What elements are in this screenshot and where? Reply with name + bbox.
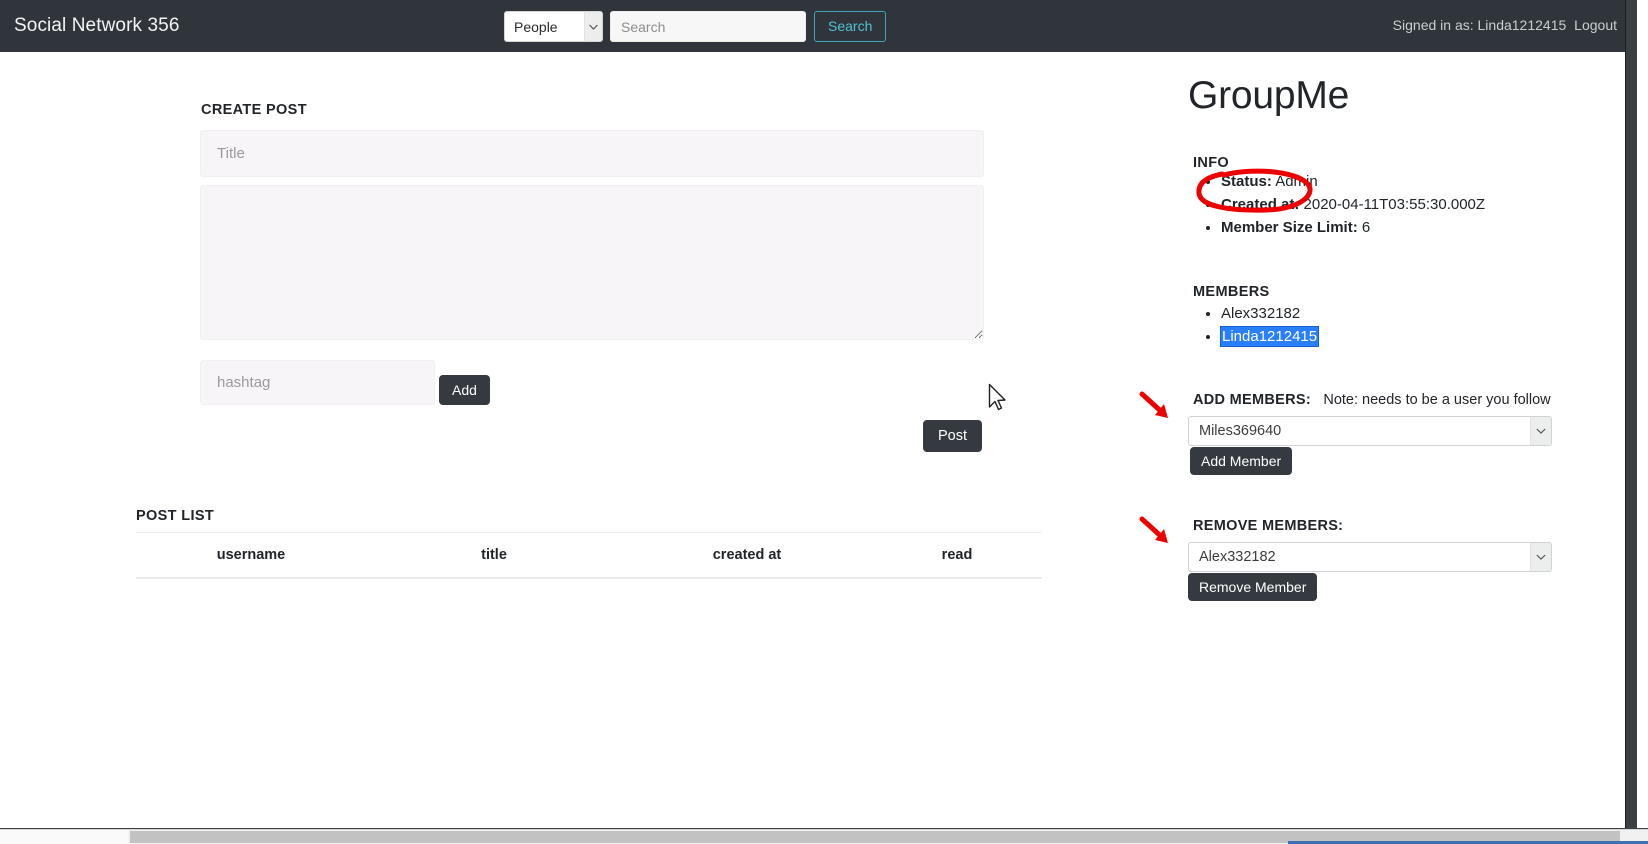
post-list-header-row: username title created at read: [136, 532, 1042, 579]
group-info-value-created-at: 2020-04-11T03:55:30.000Z: [1303, 195, 1486, 213]
group-info-item-created-at: Created at: 2020-04-11T03:55:30.000Z: [1221, 193, 1485, 216]
top-navbar: Social Network 356 People Search Signed …: [0, 0, 1637, 52]
remove-member-button[interactable]: Remove Member: [1188, 573, 1318, 601]
member-list-item[interactable]: Linda1212415: [1219, 325, 1320, 348]
hashtag-input[interactable]: [200, 360, 435, 405]
column-header-read[interactable]: read: [872, 532, 1042, 579]
post-title-input[interactable]: [200, 130, 984, 177]
post-button[interactable]: Post: [923, 420, 983, 452]
window-right-edge: [1625, 0, 1637, 830]
group-info-item-member-size-limit: Member Size Limit: 6: [1221, 216, 1485, 239]
annotation-arrow-add-members: [1139, 391, 1168, 418]
remove-members-select-wrap: Alex332182: [1188, 542, 1552, 572]
column-header-created-at[interactable]: created at: [622, 532, 872, 579]
group-info-item-status: Status: Admin: [1221, 170, 1485, 193]
post-body-textarea[interactable]: [200, 185, 984, 340]
group-info-label-status: Status:: [1221, 172, 1272, 190]
column-header-username[interactable]: username: [136, 532, 366, 579]
mouse-cursor-icon: [988, 383, 1006, 411]
annotation-arrow-remove-members: [1139, 516, 1168, 543]
scrollbar-left-stub: [0, 830, 128, 844]
add-members-label: ADD MEMBERS: Note: needs to be a user yo…: [1193, 392, 1551, 408]
group-info-label-created-at: Created at:: [1221, 195, 1300, 213]
logout-link[interactable]: Logout: [1574, 17, 1617, 33]
group-info-label-member-size-limit: Member Size Limit:: [1221, 218, 1358, 236]
create-post-heading: CREATE POST: [201, 102, 307, 118]
add-members-note: Note: needs to be a user you follow: [1323, 392, 1551, 408]
add-members-label-text: ADD MEMBERS:: [1193, 392, 1311, 408]
hashtag-row: Add: [200, 360, 490, 405]
signed-in-prefix: Signed in as:: [1392, 17, 1474, 33]
search-input[interactable]: [610, 11, 806, 42]
post-list-heading: POST LIST: [136, 508, 215, 524]
group-info-value-status: Admin: [1275, 172, 1318, 190]
navbar-search-group: People Search: [504, 11, 887, 42]
member-list-item[interactable]: Alex332182: [1221, 302, 1318, 325]
group-info-list: Status: Admin Created at: 2020-04-11T03:…: [1193, 170, 1485, 240]
search-category-select[interactable]: People: [504, 11, 603, 42]
add-members-select-wrap: Miles369640: [1188, 416, 1552, 446]
add-hashtag-button[interactable]: Add: [439, 375, 490, 405]
remove-members-label: REMOVE MEMBERS:: [1193, 518, 1344, 534]
column-header-title[interactable]: title: [366, 532, 622, 579]
search-category-select-wrap: People: [504, 11, 603, 42]
member-name-selected[interactable]: Linda1212415: [1219, 325, 1320, 347]
add-members-select[interactable]: Miles369640: [1188, 416, 1552, 446]
search-button[interactable]: Search: [814, 11, 887, 42]
page-frame: Social Network 356 People Search Signed …: [0, 0, 1637, 830]
member-name[interactable]: Alex332182: [1221, 305, 1300, 322]
signed-in-username: Linda1212415: [1477, 17, 1567, 33]
app-brand-title[interactable]: Social Network 356: [14, 14, 180, 38]
group-info-heading: INFO: [1193, 155, 1230, 171]
post-list-table-head: username title created at read: [136, 532, 1042, 579]
group-info-value-member-size-limit: 6: [1361, 218, 1371, 236]
group-members-list: Alex332182 Linda1212415: [1193, 302, 1320, 348]
group-name-title: GroupMe: [1188, 74, 1350, 117]
signed-in-status: Signed in as: Linda1212415 Logout: [1393, 17, 1617, 33]
remove-members-select[interactable]: Alex332182: [1188, 542, 1552, 572]
group-members-heading: MEMBERS: [1193, 284, 1270, 300]
add-member-button[interactable]: Add Member: [1190, 447, 1293, 475]
browser-viewport: Social Network 356 People Search Signed …: [0, 0, 1648, 844]
post-list-table: username title created at read: [136, 532, 1042, 579]
